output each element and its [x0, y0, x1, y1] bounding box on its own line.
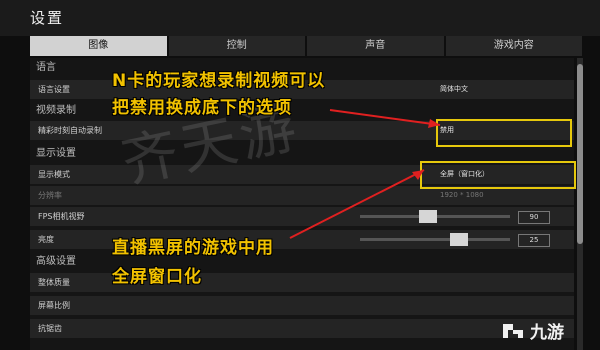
annotation-bottom-line1: 直播黑屏的游戏中用	[112, 238, 274, 258]
annotation-top-line2: 把禁用换成底下的选项	[112, 98, 292, 118]
annotation-bottom-line2: 全屏窗口化	[112, 267, 202, 287]
ninegame-logo-icon	[503, 323, 523, 338]
annotation-top-line1: N卡的玩家想录制视频可以	[112, 71, 326, 91]
arrow-to-record	[329, 109, 441, 126]
annotation-arrows	[289, 109, 441, 239]
arrow-head-record	[428, 119, 440, 128]
logo-text: 九游	[530, 323, 564, 343]
arrow-to-display-mode	[289, 169, 425, 239]
ninegame-logo: 九游	[500, 318, 564, 343]
